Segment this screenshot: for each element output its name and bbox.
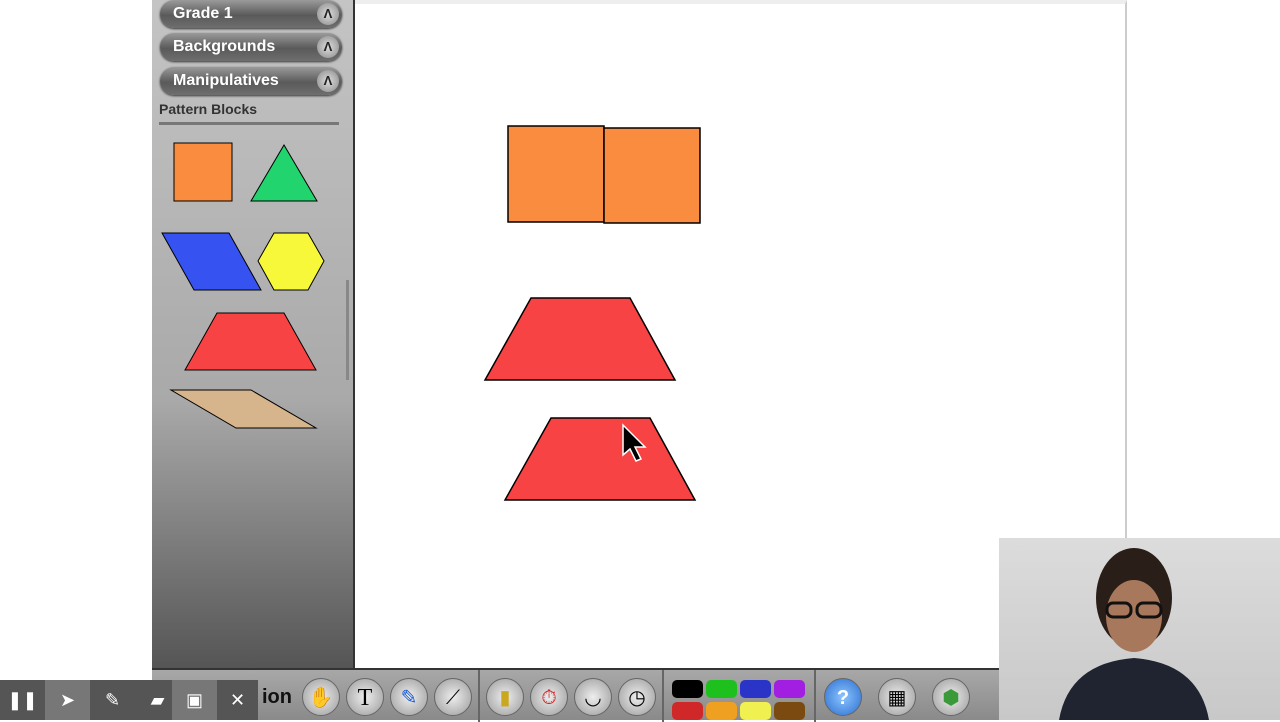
accordion-label: Grade 1 [173, 5, 233, 22]
manipulatives-app-icon[interactable]: ⬢ [932, 678, 970, 716]
divider [159, 122, 339, 125]
hand-tool-icon[interactable]: ✋ [302, 678, 340, 716]
color-swatch-yellow[interactable] [740, 702, 771, 720]
color-swatch-blue[interactable] [740, 680, 771, 698]
dial-tool-icon[interactable]: ◷ [618, 678, 656, 716]
sidebar: Grade 1 Λ Backgrounds Λ Manipulatives Λ Pat… [152, 0, 355, 668]
color-swatch-black[interactable] [672, 680, 703, 698]
webcam-overlay [999, 538, 1280, 720]
pencil-icon[interactable]: ✎ [90, 680, 135, 720]
close-icon[interactable]: ✕ [217, 680, 258, 720]
chevron-up-icon: Λ [317, 3, 339, 25]
ruler-tool-icon[interactable]: ▮ [486, 678, 524, 716]
table-app-icon[interactable]: ▦ [878, 678, 916, 716]
help-icon: ? [836, 687, 850, 709]
chevron-up-icon: Λ [317, 70, 339, 92]
accordion-grade-1[interactable]: Grade 1 Λ [160, 0, 342, 28]
help-button[interactable]: ? [824, 678, 862, 716]
pointer-icon[interactable]: ➤ [45, 680, 90, 720]
chevron-up-icon: Λ [317, 36, 339, 58]
video-controls: ❚❚ ➤ ✎ ▰ ▣ ✕ [0, 680, 258, 720]
timer-tool-icon[interactable]: ⏱ [530, 678, 568, 716]
accordion-label: Backgrounds [173, 38, 276, 55]
accordion-manipulatives[interactable]: Manipulatives Λ [160, 67, 342, 95]
overlay-text: ion [262, 686, 292, 708]
accordion-label: Manipulatives [173, 72, 279, 89]
pen-tool-icon[interactable]: ✎ [390, 678, 428, 716]
divider [478, 670, 480, 722]
color-swatch-purple[interactable] [774, 680, 805, 698]
text-tool-icon[interactable]: T [346, 678, 384, 716]
camera-icon[interactable]: ▣ [172, 680, 217, 720]
pause-icon[interactable]: ❚❚ [0, 680, 45, 720]
color-swatch-green[interactable] [706, 680, 737, 698]
presenter-video [1059, 548, 1209, 720]
section-title: Pattern Blocks [159, 101, 258, 117]
color-swatch-orange[interactable] [706, 702, 737, 720]
color-swatch-red[interactable] [672, 702, 703, 720]
protractor-tool-icon[interactable]: ◡ [574, 678, 612, 716]
color-swatch-brown[interactable] [774, 702, 805, 720]
accordion-backgrounds[interactable]: Backgrounds Λ [160, 33, 342, 61]
divider [814, 670, 816, 722]
line-tool-icon[interactable]: ⟋ [434, 678, 472, 716]
divider [662, 670, 664, 722]
